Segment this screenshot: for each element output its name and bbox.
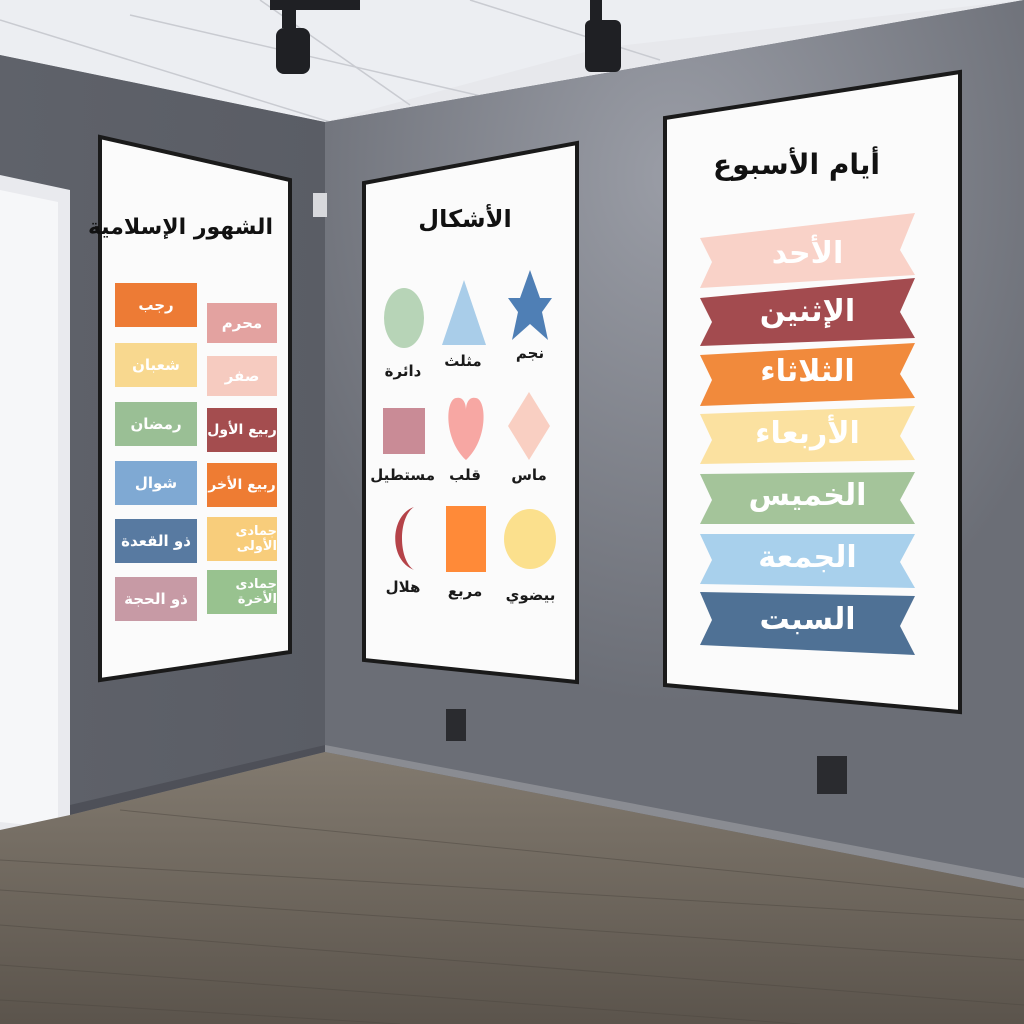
- day-label: الخميس: [748, 478, 867, 513]
- day-label: السبت: [759, 602, 856, 637]
- day-label: الأحد: [771, 236, 844, 271]
- day-label: الأربعاء: [755, 416, 860, 451]
- day-label: الجمعة: [758, 540, 857, 575]
- gallery-room: الشهور الإسلامية محرم رجب صفر شعبان ربيع…: [0, 0, 1024, 1024]
- day-label: الإثنين: [759, 294, 856, 329]
- day-label: الثلاثاء: [760, 354, 855, 389]
